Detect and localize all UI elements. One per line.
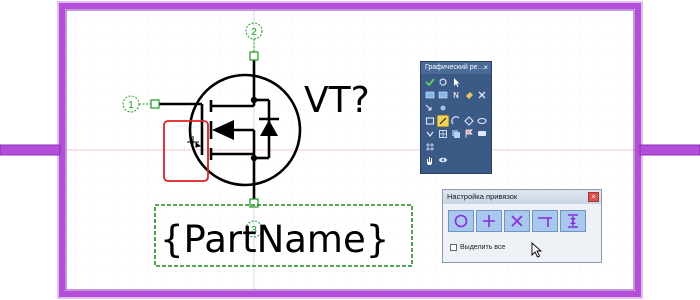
palette-tool-26 (437, 141, 449, 153)
snap-dialog-title: Настройка привязок (443, 190, 601, 204)
palette-tool-22[interactable] (450, 128, 462, 140)
palette-tool-29 (476, 141, 488, 153)
palette-tool-10[interactable] (424, 102, 436, 114)
palette-tool-11[interactable] (437, 102, 449, 114)
mid-snap-icon (568, 214, 578, 228)
pin-drain-handle[interactable] (249, 51, 259, 61)
pin-number-1: 1 (128, 100, 134, 111)
palette-tool-32 (450, 154, 462, 166)
graphics-palette-panel[interactable]: Графический ре… × N (420, 61, 492, 174)
chat-icon (478, 131, 486, 136)
snap-midpoint-button[interactable] (560, 210, 586, 232)
palette-tool-17[interactable] (450, 115, 462, 127)
palette-tool-4 (476, 76, 488, 88)
fill-icon (466, 92, 473, 99)
palette-tool-30[interactable] (424, 154, 436, 166)
palette-tool-grid: N (424, 76, 490, 166)
tee-snap-icon (538, 217, 552, 227)
palette-tool-12 (450, 102, 462, 114)
snap-perpendicular-button[interactable] (532, 210, 558, 232)
palette-tool-7[interactable]: N (450, 89, 462, 101)
copy-icon (452, 130, 460, 138)
image-icon (438, 91, 448, 99)
palette-tool-34 (476, 154, 488, 166)
line-icon (439, 117, 447, 125)
palette-tool-31[interactable] (437, 154, 449, 166)
grid-icon (426, 143, 434, 151)
node-icon (440, 105, 446, 111)
palette-tool-8[interactable] (463, 89, 475, 101)
component-ref-designator[interactable]: VT? (304, 80, 370, 121)
hand-icon (427, 157, 432, 165)
ellipse-icon (477, 117, 487, 125)
frame-stub-left (0, 144, 61, 156)
snap-dialog-close-icon[interactable]: × (588, 192, 599, 202)
palette-tool-23[interactable] (463, 128, 475, 140)
palette-tool-1[interactable] (437, 76, 449, 88)
palette-tool-19[interactable] (476, 115, 488, 127)
palette-tool-18[interactable] (463, 115, 475, 127)
palette-tool-0[interactable] (424, 76, 436, 88)
select-all-checkbox[interactable] (450, 244, 457, 251)
palette-tool-33 (463, 154, 475, 166)
palette-tool-25[interactable] (424, 141, 436, 153)
palette-tool-21[interactable] (437, 128, 449, 140)
rectangle-icon (425, 117, 435, 125)
tool-icon (478, 91, 486, 99)
text-icon (426, 131, 434, 137)
mouse-pointer-icon (531, 242, 543, 258)
plus-snap-icon (483, 215, 495, 227)
frame-stub-right (639, 144, 700, 156)
snap-cross-button[interactable] (476, 210, 502, 232)
snap-settings-dialog[interactable]: Настройка привязок × Выделить все (442, 189, 602, 263)
palette-tool-3 (463, 76, 475, 88)
snap-intersection-button[interactable] (504, 210, 530, 232)
snap-center-button[interactable] (448, 210, 474, 232)
image-icon (425, 91, 435, 99)
palette-tool-16[interactable] (437, 115, 449, 127)
palette-tool-20[interactable] (424, 128, 436, 140)
refresh-icon (439, 78, 447, 86)
select-all-label[interactable]: Выделить все (460, 244, 505, 251)
x-snap-icon (511, 215, 523, 227)
snap-button-row (448, 210, 586, 232)
select-all-row: Выделить все (450, 244, 505, 251)
circle-snap-icon (454, 214, 468, 228)
palette-tool-13 (463, 102, 475, 114)
eye-icon (439, 157, 447, 163)
palette-tool-28 (463, 141, 475, 153)
palette-title: Графический ре… (421, 62, 491, 74)
flag-icon (465, 129, 473, 138)
palette-close-icon[interactable]: × (483, 62, 488, 74)
palette-tool-9[interactable] (476, 89, 488, 101)
text-n-icon: N (453, 91, 459, 100)
palette-tool-2[interactable] (450, 76, 462, 88)
part-name-placeholder[interactable]: {PartName} (160, 218, 389, 261)
polygon-icon (464, 116, 474, 126)
palette-tool-27 (450, 141, 462, 153)
palette-tool-5[interactable] (424, 89, 436, 101)
palette-tool-24[interactable] (476, 128, 488, 140)
pointer-icon (454, 78, 460, 87)
pin-number-2: 2 (251, 27, 257, 38)
palette-tool-15[interactable] (424, 115, 436, 127)
svg-text:N: N (453, 91, 459, 100)
palette-tool-14 (476, 102, 488, 114)
pin-gate-handle[interactable] (150, 99, 160, 109)
arrow-icon (425, 104, 432, 111)
arc-icon (451, 116, 460, 125)
palette-tool-6[interactable] (437, 89, 449, 101)
check-icon (425, 78, 435, 87)
table-icon (439, 130, 447, 138)
